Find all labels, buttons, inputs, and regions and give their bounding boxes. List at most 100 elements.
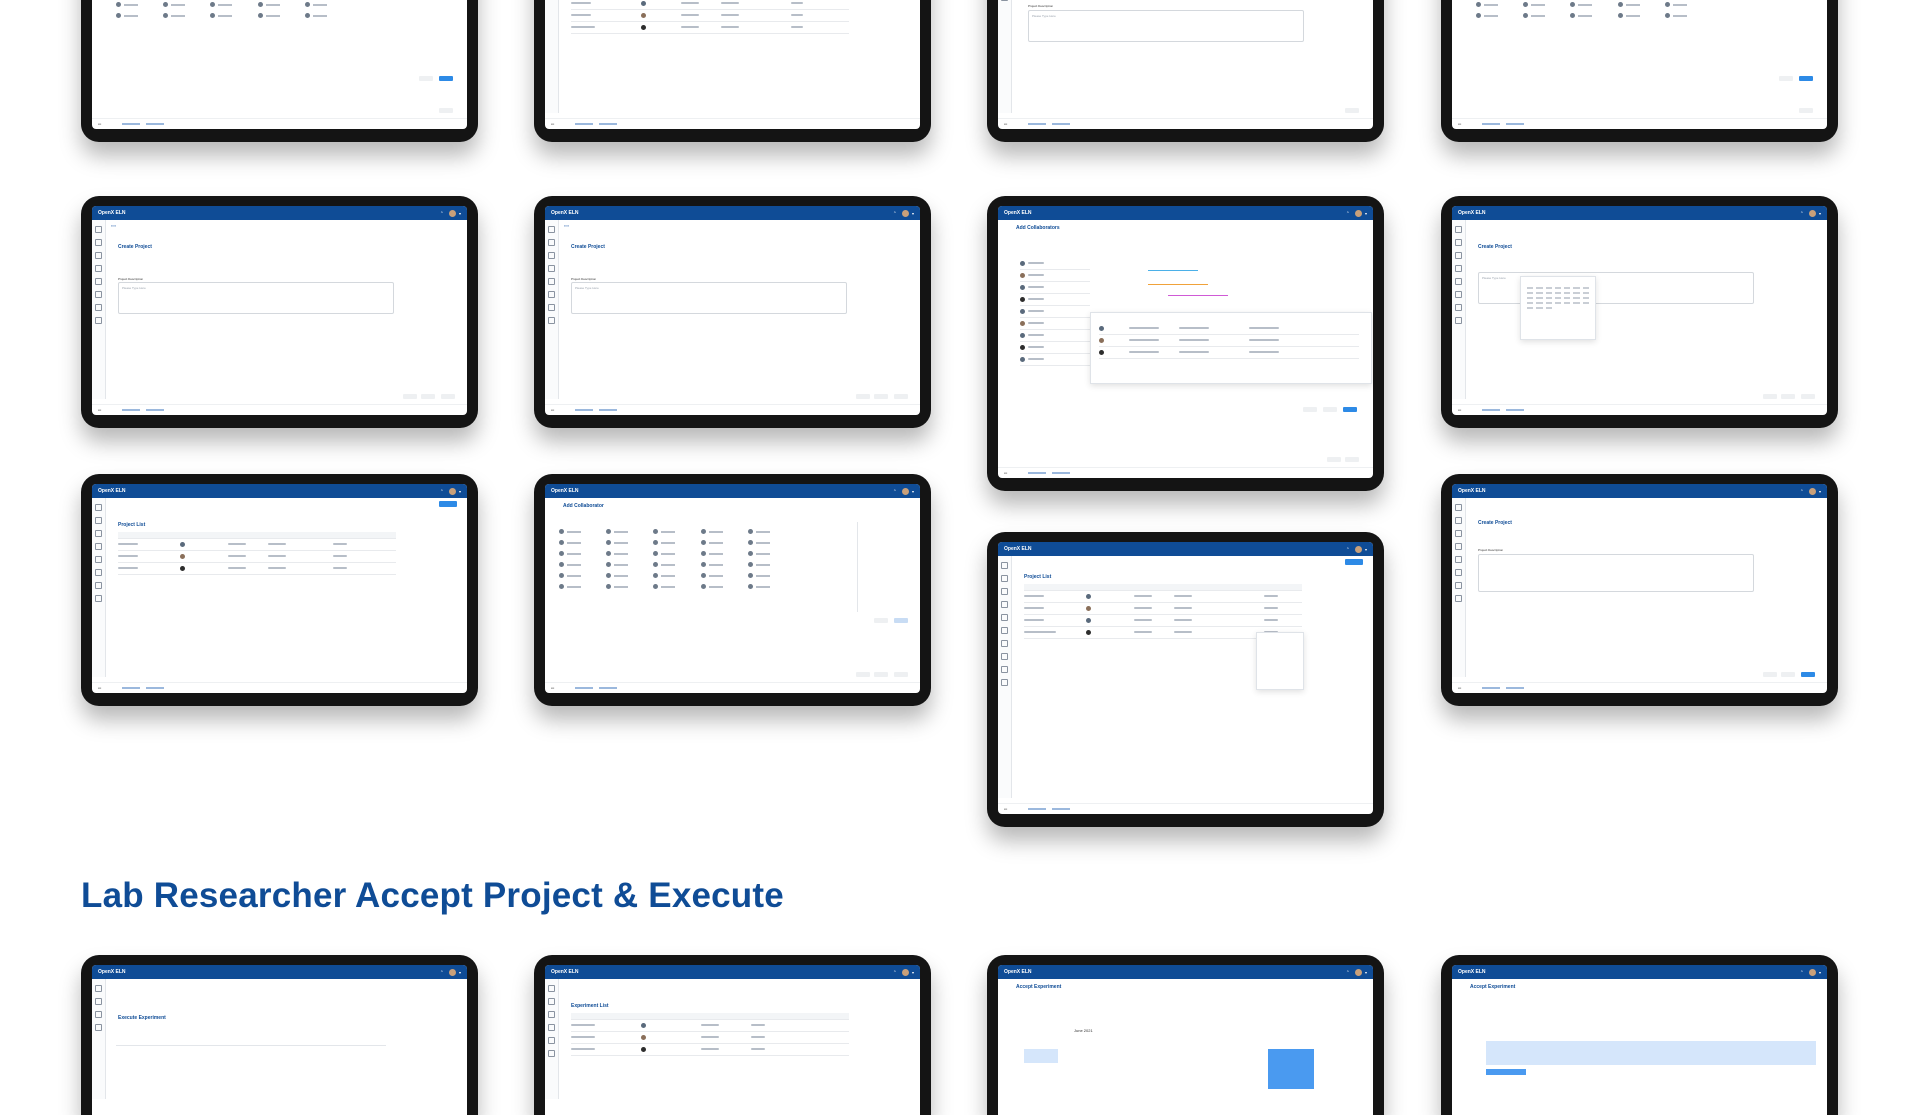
next-button[interactable] bbox=[1799, 108, 1813, 113]
next-button[interactable] bbox=[1345, 457, 1359, 462]
back-button[interactable] bbox=[1781, 394, 1795, 399]
notification-icon[interactable]: ◔ bbox=[1800, 969, 1803, 975]
user-menu[interactable]: ▾ bbox=[1354, 968, 1367, 976]
calendar-event[interactable] bbox=[1024, 1049, 1058, 1063]
submit-button[interactable] bbox=[1801, 672, 1815, 677]
table-row[interactable] bbox=[1024, 603, 1302, 615]
list-item[interactable] bbox=[1099, 323, 1359, 335]
list-item[interactable] bbox=[1020, 318, 1090, 330]
notification-icon[interactable]: ◔ bbox=[440, 969, 443, 975]
user-menu[interactable]: ▾ bbox=[1808, 487, 1821, 495]
create-project-button[interactable] bbox=[439, 501, 457, 507]
app-header: OpenX ELN ◔ ▾ bbox=[1452, 484, 1827, 498]
cancel-button[interactable] bbox=[1323, 407, 1337, 412]
calendar-grid[interactable] bbox=[1521, 277, 1595, 319]
sidebar bbox=[1452, 498, 1466, 677]
cancel-button[interactable] bbox=[856, 672, 870, 677]
cancel-button[interactable] bbox=[856, 394, 870, 399]
next-button[interactable] bbox=[441, 394, 455, 399]
description-field[interactable]: Please Type Here bbox=[118, 282, 394, 314]
list-item[interactable] bbox=[1020, 270, 1090, 282]
add-button[interactable] bbox=[894, 618, 908, 623]
editor-toolbar[interactable] bbox=[116, 1039, 386, 1046]
table-row[interactable] bbox=[118, 551, 396, 563]
notification-icon[interactable]: ◔ bbox=[1800, 488, 1803, 494]
notification-icon[interactable]: ◔ bbox=[1800, 210, 1803, 216]
table-row[interactable] bbox=[571, 1032, 849, 1044]
table-row[interactable] bbox=[571, 0, 849, 10]
calendar-event[interactable] bbox=[1486, 1041, 1816, 1065]
user-menu[interactable]: ▾ bbox=[1354, 545, 1367, 553]
back-button[interactable] bbox=[1327, 457, 1341, 462]
list-item[interactable] bbox=[1020, 354, 1090, 366]
description-field[interactable]: Please Type Here bbox=[571, 282, 847, 314]
cancel-button[interactable] bbox=[874, 618, 888, 623]
date-picker[interactable] bbox=[1520, 276, 1596, 340]
notification-icon[interactable]: ◔ bbox=[1346, 969, 1349, 975]
back-button[interactable] bbox=[874, 672, 888, 677]
next-button[interactable] bbox=[1345, 108, 1359, 113]
footer: ▪▪▪ bbox=[998, 803, 1373, 814]
notification-icon[interactable]: ◔ bbox=[893, 210, 896, 216]
back-button[interactable] bbox=[1303, 407, 1317, 412]
next-button[interactable] bbox=[1801, 394, 1815, 399]
footer: ▪▪▪ bbox=[545, 118, 920, 129]
table-row[interactable] bbox=[571, 1044, 849, 1056]
table-row[interactable] bbox=[1024, 615, 1302, 627]
user-menu[interactable]: ▾ bbox=[1354, 209, 1367, 217]
back-button[interactable] bbox=[874, 394, 888, 399]
user-menu[interactable]: ▾ bbox=[448, 487, 461, 495]
calendar-event-selected[interactable] bbox=[1486, 1069, 1526, 1075]
filter-dropdown[interactable] bbox=[1256, 632, 1304, 690]
user-menu[interactable]: ▾ bbox=[901, 209, 914, 217]
back-button[interactable] bbox=[1781, 672, 1795, 677]
cancel-button[interactable] bbox=[1779, 76, 1793, 81]
table-row[interactable] bbox=[571, 10, 849, 22]
app-header: OpenX ELN ◔ ▾ bbox=[1452, 965, 1827, 979]
cancel-button[interactable] bbox=[1763, 672, 1777, 677]
cancel-button[interactable] bbox=[403, 394, 417, 399]
calendar-event-selected[interactable] bbox=[1268, 1049, 1314, 1089]
breadcrumb[interactable]: ▪▪▪▪ bbox=[111, 224, 116, 228]
list-item[interactable] bbox=[1020, 330, 1090, 342]
list-item[interactable] bbox=[1020, 282, 1090, 294]
description-field[interactable] bbox=[1478, 554, 1754, 592]
table-row[interactable] bbox=[1024, 591, 1302, 603]
notification-icon[interactable]: ◔ bbox=[440, 488, 443, 494]
list-item[interactable] bbox=[1020, 342, 1090, 354]
notification-icon[interactable]: ◔ bbox=[1346, 210, 1349, 216]
table-row[interactable] bbox=[571, 22, 849, 34]
user-menu[interactable]: ▾ bbox=[1808, 209, 1821, 217]
notification-icon[interactable]: ◔ bbox=[893, 969, 896, 975]
list-item[interactable] bbox=[1020, 306, 1090, 318]
next-button[interactable] bbox=[894, 672, 908, 677]
create-project-button[interactable] bbox=[1345, 559, 1363, 565]
user-menu[interactable]: ▾ bbox=[901, 487, 914, 495]
list-item[interactable] bbox=[1020, 258, 1090, 270]
tablet-mockup: ▪▪▪ bbox=[1441, 0, 1838, 142]
notification-icon[interactable]: ◔ bbox=[893, 488, 896, 494]
notification-icon[interactable]: ◔ bbox=[440, 210, 443, 216]
breadcrumb[interactable]: ▪▪▪▪ bbox=[564, 224, 569, 228]
description-field[interactable]: Please Type Here bbox=[1028, 10, 1304, 42]
cancel-button[interactable] bbox=[419, 76, 433, 81]
cancel-button[interactable] bbox=[1763, 394, 1777, 399]
back-button[interactable] bbox=[421, 394, 435, 399]
user-menu[interactable]: ▾ bbox=[901, 968, 914, 976]
user-menu[interactable]: ▾ bbox=[1808, 968, 1821, 976]
user-menu[interactable]: ▾ bbox=[448, 209, 461, 217]
add-button[interactable] bbox=[1343, 407, 1357, 412]
list-item[interactable] bbox=[1099, 335, 1359, 347]
table-row[interactable] bbox=[571, 1020, 849, 1032]
next-button[interactable] bbox=[439, 108, 453, 113]
calendar-month[interactable]: June 2021 bbox=[1074, 1028, 1093, 1033]
add-button[interactable] bbox=[1799, 76, 1813, 81]
table-row[interactable] bbox=[118, 539, 396, 551]
list-item[interactable] bbox=[1020, 294, 1090, 306]
add-button[interactable] bbox=[439, 76, 453, 81]
user-menu[interactable]: ▾ bbox=[448, 968, 461, 976]
list-item[interactable] bbox=[1099, 347, 1359, 359]
next-button[interactable] bbox=[894, 394, 908, 399]
table-row[interactable] bbox=[118, 563, 396, 575]
notification-icon[interactable]: ◔ bbox=[1346, 546, 1349, 552]
